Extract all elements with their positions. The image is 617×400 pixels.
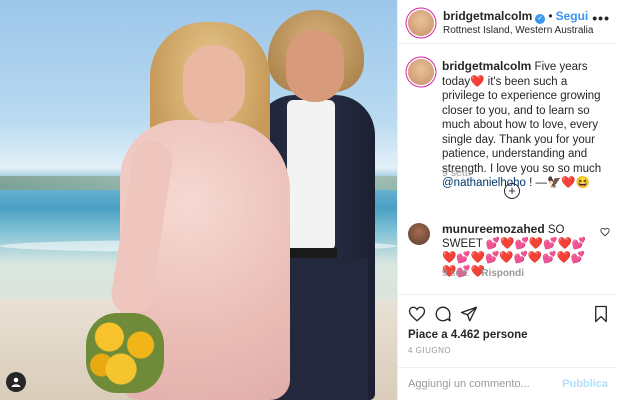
caption-text-part2: it's been such a privilege to experience… bbox=[442, 75, 602, 175]
like-button[interactable] bbox=[408, 305, 426, 323]
commenter-username[interactable]: munureemozahed bbox=[442, 222, 545, 236]
heart-outline-icon bbox=[408, 306, 426, 322]
comment-like-button[interactable] bbox=[600, 227, 610, 240]
comment-meta: 9 sett. Rispondi bbox=[442, 268, 524, 279]
woman-face bbox=[183, 45, 245, 123]
bookmark-icon bbox=[595, 305, 607, 323]
post-photo[interactable] bbox=[0, 0, 397, 400]
share-button[interactable] bbox=[460, 305, 478, 323]
man-belt bbox=[285, 248, 337, 258]
more-options-icon[interactable]: ••• bbox=[592, 10, 610, 26]
caption-username[interactable]: bridgetmalcolm bbox=[442, 59, 531, 73]
author-avatar[interactable] bbox=[408, 10, 434, 36]
verified-icon: ✓ bbox=[535, 14, 546, 24]
post-header: bridgetmalcolm ✓ • Segui Rottnest Island, W… bbox=[398, 0, 617, 44]
comment-input[interactable] bbox=[408, 374, 558, 394]
add-comment-bar: Pubblica bbox=[398, 367, 617, 400]
man-shirt bbox=[287, 100, 335, 250]
sunflower-bouquet bbox=[86, 313, 164, 393]
post-date: 4 GIUGNO bbox=[408, 346, 452, 355]
post-sidebar: bridgetmalcolm ✓ • Segui Rottnest Island, W… bbox=[397, 0, 617, 400]
heart-emoji: ❤️ bbox=[470, 75, 485, 88]
author-line: bridgetmalcolm ✓ • Segui bbox=[443, 9, 588, 24]
likes-count[interactable]: Piace a 4.462 persone bbox=[408, 329, 528, 341]
tagged-users-button[interactable] bbox=[6, 372, 26, 392]
publish-button[interactable]: Pubblica bbox=[562, 378, 608, 390]
load-more-comments-button[interactable]: + bbox=[504, 183, 520, 199]
separator-dot: • bbox=[548, 9, 553, 23]
commenter-avatar[interactable] bbox=[408, 223, 430, 245]
comment-time: 9 sett. bbox=[442, 268, 470, 279]
caption-time: 9 sett. bbox=[442, 167, 471, 179]
comment-button[interactable] bbox=[434, 305, 452, 323]
paper-plane-icon bbox=[460, 306, 478, 322]
location-link[interactable]: Rottnest Island, Western Australia bbox=[443, 25, 593, 36]
save-button[interactable] bbox=[592, 305, 610, 323]
caption-text-part3: ! ―🦅❤️😆 bbox=[525, 177, 590, 189]
author-username[interactable]: bridgetmalcolm bbox=[443, 9, 532, 23]
caption-avatar[interactable] bbox=[408, 59, 434, 85]
man-face bbox=[286, 30, 344, 102]
heart-outline-icon bbox=[600, 227, 610, 237]
user-icon bbox=[11, 377, 21, 387]
follow-button[interactable]: Segui bbox=[556, 9, 589, 23]
reply-button[interactable]: Rispondi bbox=[481, 268, 524, 279]
speech-bubble-icon bbox=[435, 306, 451, 322]
